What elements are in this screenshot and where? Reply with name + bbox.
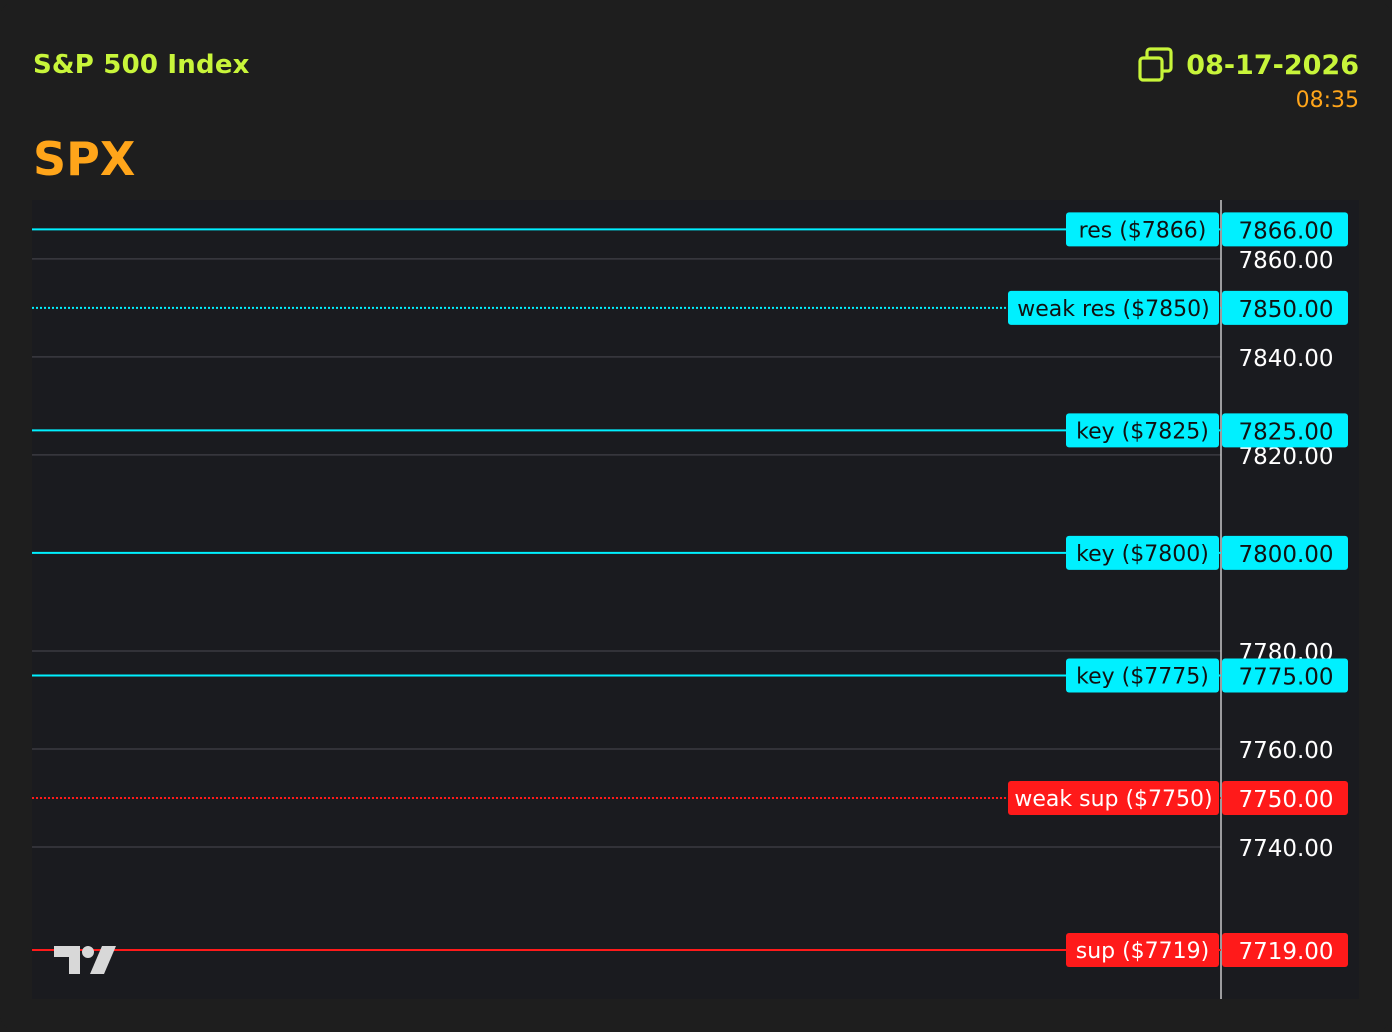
price-tag: 7800.00 [1238, 542, 1333, 568]
quote-time: 08:35 [1295, 88, 1359, 113]
price-tag: 7775.00 [1238, 664, 1333, 690]
level-label: sup ($7719) [1076, 939, 1210, 964]
level-label: key ($7825) [1076, 419, 1209, 444]
y-tick-label: 7760.00 [1238, 738, 1333, 764]
level-label: weak res ($7850) [1017, 297, 1209, 322]
copy-icon[interactable] [1138, 47, 1174, 83]
level-label: key ($7800) [1076, 542, 1209, 567]
y-tick-label: 7740.00 [1238, 836, 1333, 862]
quote-date: 08-17-2026 [1186, 50, 1359, 81]
price-level-chart[interactable]: 7860.007840.007820.007780.007760.007740.… [32, 200, 1359, 999]
y-tick-label: 7820.00 [1238, 444, 1333, 470]
level-label: weak sup ($7750) [1014, 787, 1212, 812]
index-name: S&P 500 Index [33, 50, 250, 80]
level-label: res ($7866) [1079, 218, 1207, 243]
level-label: key ($7775) [1076, 664, 1209, 689]
price-tag: 7750.00 [1238, 787, 1333, 813]
widget-card: S&P 500 Index SPX 08-17-2026 08:35 7860.… [0, 0, 1392, 1032]
y-tick-label: 7840.00 [1238, 346, 1333, 372]
tradingview-logo [54, 946, 116, 974]
price-tag: 7866.00 [1238, 218, 1333, 244]
ticker-symbol: SPX [33, 132, 136, 186]
price-tag: 7719.00 [1238, 939, 1333, 965]
price-tag: 7850.00 [1238, 297, 1333, 323]
y-tick-label: 7860.00 [1238, 248, 1333, 274]
price-tag: 7825.00 [1238, 419, 1333, 445]
